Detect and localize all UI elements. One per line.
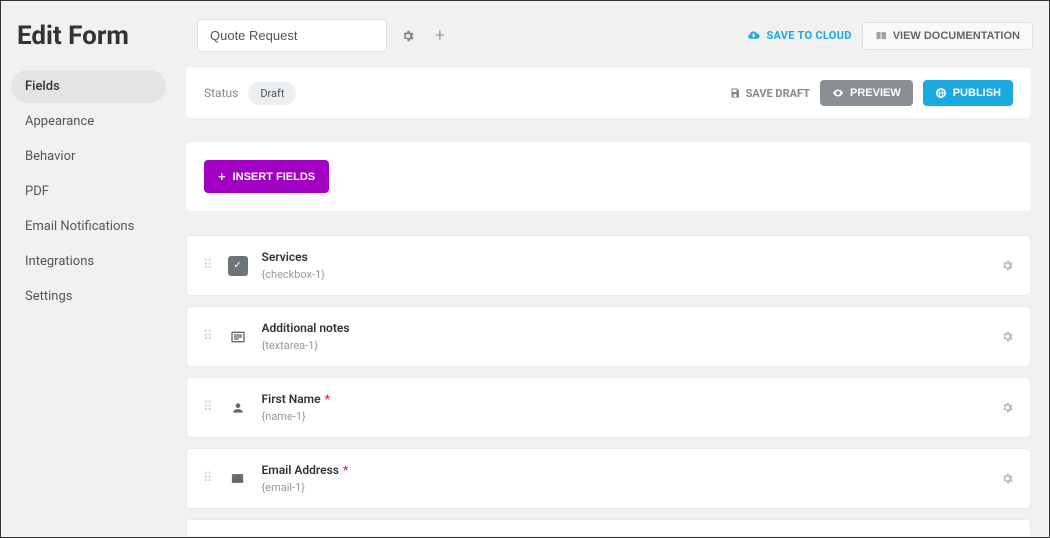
field-row[interactable]: ⠿ Phone Number* {phone-1}	[186, 519, 1031, 536]
drag-handle-icon[interactable]: ⠿	[203, 476, 214, 481]
field-row[interactable]: ⠿ ✓ Services {checkbox-1}	[186, 235, 1031, 296]
field-slug: {name-1}	[262, 410, 987, 423]
required-indicator: *	[346, 534, 351, 536]
field-text: Phone Number* {phone-1}	[262, 534, 987, 536]
preview-label: PREVIEW	[850, 87, 901, 99]
gear-icon[interactable]	[397, 25, 419, 47]
save-draft-label: SAVE DRAFT	[746, 87, 810, 100]
publish-label: PUBLISH	[953, 87, 1001, 99]
globe-icon	[935, 87, 947, 99]
field-text: Email Address * {email-1}	[262, 463, 987, 494]
topbar-right: SAVE TO CLOUD VIEW DOCUMENTATION	[747, 22, 1033, 50]
view-documentation-label: VIEW DOCUMENTATION	[893, 30, 1020, 42]
field-label: Email Address	[262, 463, 339, 477]
save-to-cloud-button[interactable]: SAVE TO CLOUD	[747, 29, 851, 42]
sidebar-item-appearance[interactable]: Appearance	[11, 105, 166, 138]
plus-icon: +	[218, 169, 226, 184]
publish-button[interactable]: PUBLISH	[923, 80, 1013, 106]
sidebar: Fields Appearance Behavior PDF Email Not…	[1, 62, 176, 536]
sidebar-item-behavior[interactable]: Behavior	[11, 140, 166, 173]
required-indicator: *	[343, 463, 348, 477]
sidebar-item-email-notifications[interactable]: Email Notifications	[11, 210, 166, 243]
field-slug: {textarea-1}	[262, 339, 987, 352]
sidebar-item-pdf[interactable]: PDF	[11, 175, 166, 208]
preview-button[interactable]: PREVIEW	[820, 80, 913, 106]
eye-icon	[832, 87, 844, 99]
drag-handle-icon[interactable]: ⠿	[203, 263, 214, 268]
field-label: First Name	[262, 392, 321, 406]
person-icon	[228, 398, 248, 418]
gear-icon[interactable]	[1001, 259, 1014, 272]
form-name-input[interactable]	[197, 19, 387, 52]
status-actions: SAVE DRAFT PREVIEW PUBLISH	[729, 80, 1013, 106]
sidebar-item-fields[interactable]: Fields	[11, 70, 166, 103]
field-row[interactable]: ⠿ Additional notes {textarea-1}	[186, 306, 1031, 367]
textarea-icon	[228, 327, 248, 347]
field-text: Services {checkbox-1}	[262, 250, 987, 281]
field-label: Services	[262, 250, 308, 264]
checkbox-icon: ✓	[228, 256, 248, 276]
topbar: Edit Form + SAVE TO CLOUD VIEW DOCUMENTA…	[1, 1, 1049, 62]
sidebar-item-settings[interactable]: Settings	[11, 280, 166, 313]
drag-handle-icon[interactable]: ⠿	[203, 334, 214, 339]
field-row[interactable]: ⠿ Email Address * {email-1}	[186, 448, 1031, 509]
view-documentation-button[interactable]: VIEW DOCUMENTATION	[862, 22, 1033, 50]
field-slug: {email-1}	[262, 481, 987, 494]
status-badge: Draft	[248, 82, 296, 105]
gear-icon[interactable]	[1001, 401, 1014, 414]
save-draft-button[interactable]: SAVE DRAFT	[729, 87, 810, 100]
save-icon	[729, 87, 741, 99]
field-label: Phone Number	[262, 534, 342, 536]
insert-fields-button[interactable]: + INSERT FIELDS	[204, 160, 329, 193]
plus-icon[interactable]: +	[429, 25, 451, 47]
app-frame: Edit Form + SAVE TO CLOUD VIEW DOCUMENTA…	[0, 0, 1050, 538]
insert-panel: + INSERT FIELDS	[186, 142, 1031, 211]
book-icon	[875, 30, 887, 42]
field-slug: {checkbox-1}	[262, 268, 987, 281]
field-text: First Name * {name-1}	[262, 392, 987, 423]
field-label: Additional notes	[262, 321, 350, 335]
field-row[interactable]: ⠿ First Name * {name-1}	[186, 377, 1031, 438]
status-bar: Status Draft SAVE DRAFT PREVIEW	[186, 68, 1031, 118]
page-title: Edit Form	[17, 21, 147, 51]
save-to-cloud-label: SAVE TO CLOUD	[766, 29, 851, 42]
required-indicator: *	[325, 392, 330, 406]
sidebar-item-integrations[interactable]: Integrations	[11, 245, 166, 278]
gear-icon[interactable]	[1001, 472, 1014, 485]
field-text: Additional notes {textarea-1}	[262, 321, 987, 352]
main: Status Draft SAVE DRAFT PREVIEW	[176, 62, 1049, 536]
body: Fields Appearance Behavior PDF Email Not…	[1, 62, 1049, 536]
mail-icon	[228, 469, 248, 489]
cloud-upload-icon	[747, 29, 760, 42]
drag-handle-icon[interactable]: ⠿	[203, 405, 214, 410]
gear-icon[interactable]	[1001, 330, 1014, 343]
field-list: ⠿ ✓ Services {checkbox-1} ⠿	[186, 235, 1031, 536]
status-label: Status	[204, 86, 238, 100]
insert-fields-label: INSERT FIELDS	[233, 171, 316, 183]
